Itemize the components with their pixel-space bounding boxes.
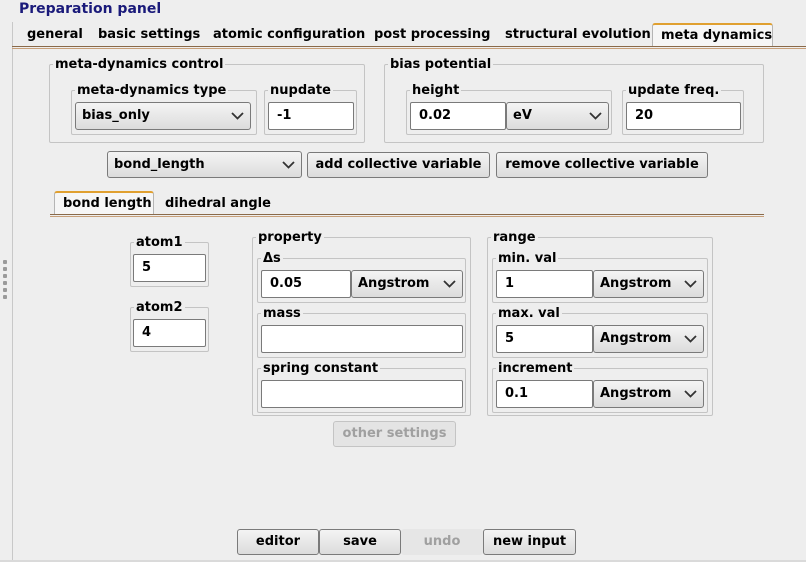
mass-input[interactable]: [261, 325, 463, 353]
chevron-down-icon: [684, 280, 697, 288]
tab-divider-light: [12, 48, 806, 49]
nupdate-legend: nupdate: [270, 83, 331, 98]
chevron-down-icon: [684, 335, 697, 343]
increment-unit-value: Angstrom: [600, 386, 672, 401]
save-button[interactable]: save: [319, 529, 401, 555]
property-legend: property: [258, 230, 322, 245]
max-val-unit-select[interactable]: Angstrom: [593, 325, 704, 353]
panel-title: Preparation panel: [19, 1, 162, 17]
editor-button[interactable]: editor: [237, 529, 319, 555]
other-settings-button[interactable]: other settings: [333, 421, 456, 447]
meta-dynamics-type-select[interactable]: bias_only: [75, 102, 251, 130]
atom1-legend: atom1: [136, 235, 183, 250]
tab-general[interactable]: general: [19, 24, 91, 45]
tab-bond-length[interactable]: bond length: [54, 191, 154, 214]
collective-variable-select[interactable]: bond_length: [107, 151, 302, 178]
chevron-down-icon: [231, 112, 244, 120]
update-freq-legend: update freq.: [628, 83, 720, 98]
max-val-input[interactable]: 5: [496, 325, 593, 353]
bias-potential-legend: bias potential: [390, 57, 492, 72]
chevron-down-icon: [589, 112, 602, 120]
tab-structural-evolution[interactable]: structural evolution: [497, 24, 659, 45]
chevron-down-icon: [443, 280, 456, 288]
height-unit-select[interactable]: eV: [506, 102, 609, 130]
delta-s-legend: Δs: [263, 251, 281, 266]
max-val-legend: max. val: [498, 306, 560, 321]
tab-dihedral-angle[interactable]: dihedral angle: [157, 193, 279, 214]
height-input[interactable]: 0.02: [410, 102, 506, 130]
atom2-input[interactable]: 4: [133, 319, 206, 347]
cv-tab-divider: [50, 214, 764, 215]
cv-tab-divider-light: [50, 216, 764, 217]
min-val-unit-select[interactable]: Angstrom: [593, 270, 704, 298]
atom1-input[interactable]: 5: [133, 254, 206, 282]
range-legend: range: [493, 230, 536, 245]
meta-dynamics-type-value: bias_only: [82, 108, 150, 123]
spring-constant-legend: spring constant: [263, 361, 379, 376]
meta-dynamics-type-legend: meta-dynamics type: [77, 83, 227, 98]
increment-input[interactable]: 0.1: [496, 380, 593, 408]
atom2-legend: atom2: [136, 300, 183, 315]
tab-meta-dynamics[interactable]: meta dynamics: [652, 23, 773, 46]
resize-grip[interactable]: [0, 258, 10, 300]
max-val-unit-value: Angstrom: [600, 331, 672, 346]
min-val-input[interactable]: 1: [496, 270, 593, 298]
add-collective-variable-button[interactable]: add collective variable: [307, 152, 490, 178]
height-legend: height: [412, 83, 460, 98]
nupdate-input[interactable]: -1: [268, 102, 354, 130]
meta-dynamics-control-legend: meta-dynamics control: [55, 57, 224, 72]
tab-divider: [12, 46, 806, 47]
min-val-unit-value: Angstrom: [600, 276, 672, 291]
delta-s-unit-select[interactable]: Angstrom: [351, 270, 463, 298]
collective-variable-value: bond_length: [114, 157, 205, 172]
update-freq-input[interactable]: 20: [626, 102, 741, 130]
undo-button[interactable]: undo: [401, 529, 483, 555]
chevron-down-icon: [282, 161, 295, 169]
tab-atomic-configuration[interactable]: atomic configuration: [205, 24, 373, 45]
increment-legend: increment: [498, 361, 573, 376]
mass-legend: mass: [263, 306, 301, 321]
spring-constant-input[interactable]: [261, 380, 463, 408]
height-unit-value: eV: [513, 108, 532, 123]
tab-basic-settings[interactable]: basic settings: [90, 24, 208, 45]
min-val-legend: min. val: [498, 251, 557, 266]
remove-collective-variable-button[interactable]: remove collective variable: [496, 152, 708, 178]
new-input-button[interactable]: new input: [483, 529, 576, 555]
tab-post-processing[interactable]: post processing: [366, 24, 498, 45]
chevron-down-icon: [684, 390, 697, 398]
delta-s-unit-value: Angstrom: [358, 276, 430, 291]
increment-unit-select[interactable]: Angstrom: [593, 380, 704, 408]
delta-s-input[interactable]: 0.05: [261, 270, 351, 298]
